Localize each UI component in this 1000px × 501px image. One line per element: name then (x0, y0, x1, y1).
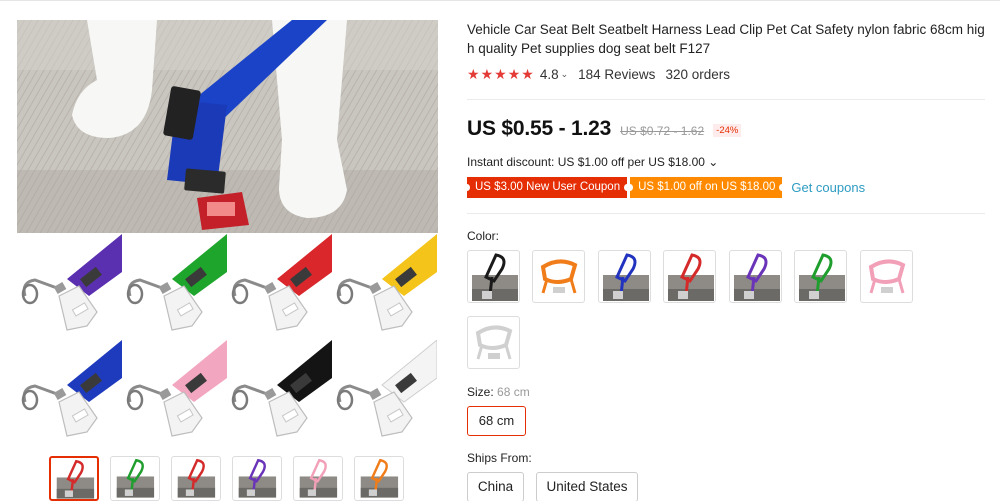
variant-green-image[interactable] (122, 234, 227, 340)
color-swatch-green[interactable] (794, 250, 847, 303)
product-illustration (231, 340, 332, 437)
variant-white-image[interactable] (332, 340, 437, 446)
swatch-illustration (238, 458, 277, 498)
main-product-image[interactable] (17, 20, 438, 233)
store-coupon[interactable]: US $1.00 off on US $18.00 (627, 177, 786, 198)
product-title: Vehicle Car Seat Belt Seatbelt Harness L… (467, 22, 985, 56)
color-swatch-orange[interactable] (532, 250, 585, 303)
swatch-illustration (360, 458, 399, 498)
new-user-coupon[interactable]: US $3.00 New User Coupon (463, 177, 631, 198)
star-icon: ★ (521, 66, 534, 82)
swatch-illustration (56, 459, 95, 499)
thumbnail-6[interactable] (354, 456, 404, 501)
product-illustration (126, 234, 227, 331)
size-label-text: Size: (467, 385, 494, 399)
size-selected-value: 68 cm (497, 385, 530, 399)
thumbnail-1[interactable] (49, 456, 99, 501)
variant-purple-image[interactable] (17, 234, 122, 340)
product-gallery (17, 20, 438, 501)
variant-blue-image[interactable] (17, 340, 122, 446)
product-illustration (336, 234, 437, 331)
variant-black-image[interactable] (227, 340, 332, 446)
swatch-illustration (540, 259, 578, 294)
rating-stars[interactable]: ★ ★ ★ ★ ★ (467, 67, 534, 81)
product-illustration (21, 340, 122, 437)
color-variant-grid (17, 234, 438, 446)
thumbnail-5[interactable] (293, 456, 343, 501)
swatch-illustration (116, 458, 155, 498)
swatch-illustration (868, 259, 906, 294)
color-swatch-purple[interactable] (729, 250, 782, 303)
star-icon: ★ (480, 66, 494, 82)
color-swatch-red[interactable] (663, 250, 716, 303)
color-swatch-black[interactable] (467, 250, 520, 303)
swatch-illustration (668, 253, 714, 301)
rating-row: ★ ★ ★ ★ ★ 4.8 ⌄ 184 Reviews 320 orders (467, 66, 730, 82)
swatch-illustration (299, 458, 338, 498)
product-info: Vehicle Car Seat Belt Seatbelt Harness L… (463, 20, 990, 501)
price-row: US $0.55 - 1.23 US $0.72 - 1.62 -24% (467, 117, 742, 141)
product-illustration (336, 340, 437, 437)
ships-from-label: Ships From: (467, 451, 532, 465)
original-price: US $0.72 - 1.62 (620, 124, 705, 138)
swatch-illustration (603, 253, 649, 301)
divider (467, 99, 985, 100)
variant-yellow-image[interactable] (332, 234, 437, 340)
ship-option-china[interactable]: China (467, 472, 524, 501)
thumbnail-4[interactable] (232, 456, 282, 501)
swatch-illustration (177, 458, 216, 498)
star-icon: ★ (494, 66, 507, 82)
ship-option-united-states[interactable]: United States (536, 472, 638, 501)
size-option-68cm[interactable]: 68 cm (467, 406, 526, 436)
product-illustration (21, 234, 122, 331)
get-coupons-link[interactable]: Get coupons (791, 180, 865, 195)
color-swatches (467, 250, 927, 370)
thumbnail-strip (49, 456, 409, 501)
product-illustration (126, 340, 227, 437)
rating-value[interactable]: 4.8 (540, 67, 559, 82)
swatch-illustration (799, 253, 845, 301)
color-swatch-pink[interactable] (860, 250, 913, 303)
discount-badge: -24% (713, 124, 742, 137)
swatch-illustration (734, 253, 780, 301)
size-label: Size: 68 cm (467, 385, 530, 399)
main-image-photo (17, 20, 438, 233)
thumbnail-2[interactable] (110, 456, 160, 501)
page-top-border (0, 0, 1000, 1)
orders-count: 320 orders (665, 66, 730, 82)
color-swatch-blue[interactable] (598, 250, 651, 303)
current-price: US $0.55 - 1.23 (467, 117, 612, 140)
divider (467, 213, 985, 214)
chevron-down-icon[interactable]: ⌄ (561, 69, 569, 80)
variant-red-image[interactable] (227, 234, 332, 340)
coupon-row: US $3.00 New User Coupon US $1.00 off on… (463, 177, 865, 198)
star-icon: ★ (507, 66, 521, 82)
instant-discount[interactable]: Instant discount: US $1.00 off per US $1… (467, 155, 718, 169)
color-swatch-white[interactable] (467, 316, 520, 369)
swatch-illustration (475, 325, 513, 360)
reviews-link[interactable]: 184 Reviews (578, 67, 655, 82)
star-icon: ★ (467, 66, 480, 82)
variant-pink-image[interactable] (122, 340, 227, 446)
swatch-illustration (472, 253, 518, 301)
thumbnail-3[interactable] (171, 456, 221, 501)
product-illustration (231, 234, 332, 331)
color-label: Color: (467, 229, 500, 243)
